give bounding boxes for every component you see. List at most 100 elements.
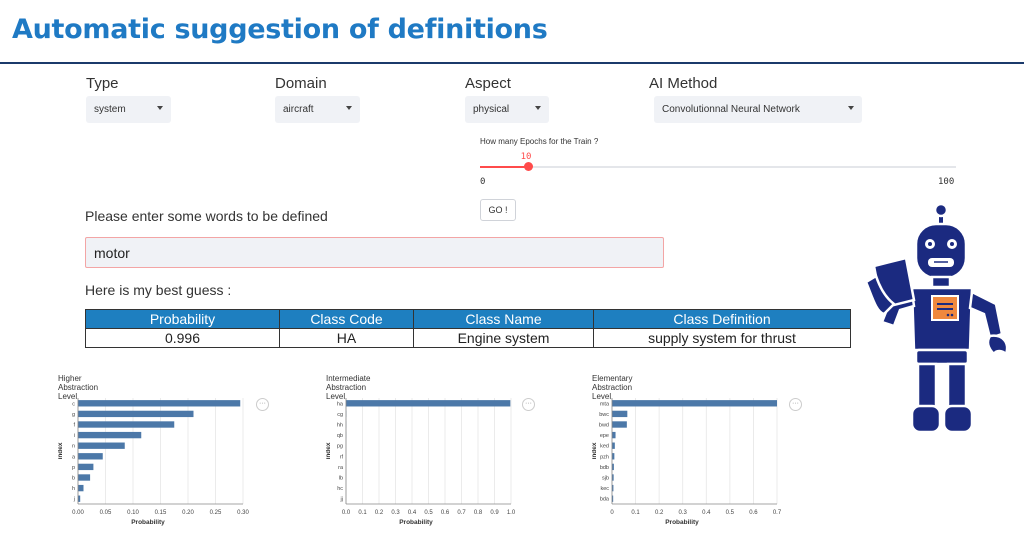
x-tick-label: 0.3 xyxy=(391,510,400,516)
x-axis-label: Probability xyxy=(131,519,165,526)
type-select[interactable]: system xyxy=(86,96,171,123)
robot-mascot-icon xyxy=(864,202,1009,434)
ai-method-select[interactable]: Convolutionnal Neural Network xyxy=(654,96,862,123)
ai-method-select-value: Convolutionnal Neural Network xyxy=(662,104,800,115)
y-tick-label: a xyxy=(72,454,76,460)
epochs-label: How many Epochs for the Train ? xyxy=(480,137,599,146)
x-axis-label: Probability xyxy=(665,519,699,526)
epochs-slider-handle[interactable] xyxy=(523,162,533,171)
ai-method-label: AI Method xyxy=(649,75,718,92)
y-axis-label: index xyxy=(326,442,332,459)
y-tick-label: bwc xyxy=(599,412,609,418)
column-header: Probability xyxy=(85,309,280,329)
page-title: Automatic suggestion of definitions xyxy=(12,14,548,45)
more-options-icon[interactable]: ··· xyxy=(522,398,535,411)
higher-abstraction-chart-svg: 0.00 0.05 0.10 0.15 0.20 0.25 0.30 cgfinapbhj Pr… xyxy=(58,398,249,526)
table-cell: HA xyxy=(279,328,414,348)
y-tick-label: ha xyxy=(337,401,344,407)
y-tick-label: qb xyxy=(337,433,343,439)
column-header: Class Name xyxy=(413,309,594,329)
x-tick-label: 0 xyxy=(610,510,614,516)
bar xyxy=(78,400,241,407)
elementary-abstraction-chart-svg: 0 0.1 0.2 0.3 0.4 0.5 0.6 0.7 mta bwc bwd epe ked pzh… xyxy=(592,398,782,526)
x-tick-label: 0.3 xyxy=(679,510,688,516)
x-tick-label: 0.25 xyxy=(210,510,222,516)
bar xyxy=(78,474,91,481)
x-tick-label: 0.6 xyxy=(749,510,758,516)
input-prompt: Please enter some words to be defined xyxy=(85,208,328,224)
more-options-icon[interactable]: ··· xyxy=(789,398,802,411)
table-cell: 0.996 xyxy=(85,328,280,348)
bar xyxy=(78,484,84,492)
bar xyxy=(78,463,94,471)
bar xyxy=(78,453,103,460)
epochs-slider-min: 0 xyxy=(480,177,486,187)
more-options-icon[interactable]: ··· xyxy=(256,398,269,411)
bar xyxy=(78,410,194,418)
x-tick-label: 0.20 xyxy=(182,510,194,516)
x-tick-label: 0.0 xyxy=(342,510,351,516)
y-axis-label: index xyxy=(592,442,598,459)
y-tick-label: bwd xyxy=(599,423,609,429)
y-tick-label: i xyxy=(74,433,75,439)
chevron-down-icon xyxy=(535,106,541,110)
y-tick-label: c xyxy=(72,401,75,407)
x-tick-label: 0.15 xyxy=(155,510,167,516)
domain-select[interactable]: aircraft xyxy=(275,96,360,123)
column-header: Class Code xyxy=(279,309,414,329)
y-tick-label: h xyxy=(72,486,75,492)
y-tick-label: hh xyxy=(337,423,343,429)
y-tick-label: lb xyxy=(339,476,343,482)
bar xyxy=(612,421,627,428)
domain-label: Domain xyxy=(275,75,327,92)
table-cell: supply system for thrust xyxy=(593,328,851,348)
x-tick-label: 0.1 xyxy=(631,510,640,516)
x-tick-label: 0.8 xyxy=(474,510,483,516)
y-tick-label: g xyxy=(72,412,75,418)
y-tick-label: pzh xyxy=(600,454,609,460)
x-tick-label: 0.10 xyxy=(127,510,139,516)
aspect-select[interactable]: physical xyxy=(465,96,549,123)
bar xyxy=(346,400,511,407)
y-tick-label: f xyxy=(73,423,75,429)
y-tick-label: kec xyxy=(600,486,609,492)
y-tick-label: j xyxy=(73,497,75,503)
x-tick-label: 0.5 xyxy=(424,510,433,516)
y-tick-label: n xyxy=(72,444,75,450)
y-tick-label: jj xyxy=(340,497,343,503)
words-input[interactable] xyxy=(85,237,664,268)
result-table: Probability Class Code Class Name Class … xyxy=(85,309,851,348)
y-tick-label: pg xyxy=(337,444,343,450)
y-axis-label: index xyxy=(58,442,64,459)
y-tick-label: ked xyxy=(600,444,609,450)
table-header-row: Probability Class Code Class Name Class … xyxy=(85,309,851,329)
x-tick-label: 0.9 xyxy=(490,510,499,516)
result-caption: Here is my best guess : xyxy=(85,282,232,298)
aspect-select-value: physical xyxy=(473,104,510,115)
bar xyxy=(78,431,142,439)
x-tick-label: 0.05 xyxy=(100,510,112,516)
title-divider xyxy=(0,62,1024,64)
y-tick-label: ra xyxy=(338,465,344,471)
y-tick-label: hc xyxy=(337,486,343,492)
x-tick-label: 0.7 xyxy=(457,510,466,516)
x-axis-label: Probability xyxy=(399,519,433,526)
epochs-slider[interactable] xyxy=(480,162,956,171)
y-tick-label: sjb xyxy=(602,476,609,482)
aspect-label: Aspect xyxy=(465,75,511,92)
go-button[interactable]: GO ! xyxy=(480,199,516,221)
chevron-down-icon xyxy=(346,106,352,110)
y-tick-label: p xyxy=(72,465,75,471)
x-tick-label: 1.0 xyxy=(507,510,516,516)
y-tick-label: b xyxy=(72,476,75,482)
y-tick-label: cg xyxy=(337,412,343,418)
bar xyxy=(612,410,628,418)
epochs-slider-max: 100 xyxy=(938,177,955,187)
x-tick-label: 0.00 xyxy=(72,510,84,516)
x-tick-label: 0.2 xyxy=(655,510,664,516)
type-label: Type xyxy=(86,75,119,92)
x-tick-label: 0.1 xyxy=(358,510,367,516)
bar xyxy=(78,421,175,428)
table-cell: Engine system xyxy=(413,328,594,348)
x-tick-label: 0.2 xyxy=(375,510,384,516)
